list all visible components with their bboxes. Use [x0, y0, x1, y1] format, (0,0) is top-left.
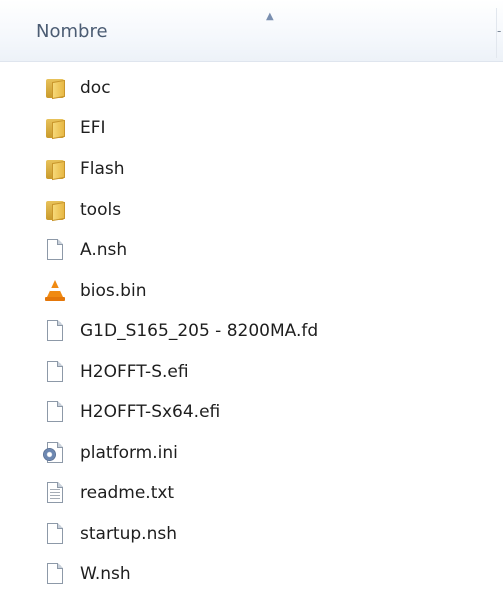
file-name: doc — [80, 78, 111, 98]
sort-ascending-icon: ▲ — [266, 11, 274, 22]
list-item[interactable]: bios.bin — [44, 276, 484, 306]
list-item[interactable]: startup.nsh — [44, 519, 484, 549]
settings-file-icon — [43, 441, 66, 465]
list-item[interactable]: G1D_S165_205 - 8200MA.fd — [44, 316, 484, 346]
vlc-cone-icon — [44, 279, 66, 303]
list-item[interactable]: platform.ini — [43, 438, 484, 468]
file-icon — [44, 319, 66, 343]
file-name: H2OFFT-S.efi — [80, 362, 189, 382]
file-name: platform.ini — [80, 443, 178, 463]
file-name: W.nsh — [80, 564, 131, 584]
file-name: A.nsh — [80, 240, 128, 260]
file-name: G1D_S165_205 - 8200MA.fd — [80, 321, 319, 341]
list-item[interactable]: doc — [44, 73, 484, 103]
folder-icon — [44, 157, 66, 181]
list-item[interactable]: H2OFFT-S.efi — [44, 357, 484, 387]
file-name: Flash — [80, 159, 125, 179]
column-header-label: Nombre — [36, 21, 108, 42]
list-item[interactable]: Flash — [44, 154, 484, 184]
list-item[interactable]: readme.txt — [44, 478, 484, 508]
column-divider-mark: - — [497, 24, 502, 38]
file-icon — [44, 400, 66, 424]
file-name: bios.bin — [80, 281, 147, 301]
column-header-bar: ▲ Nombre - — [0, 0, 503, 62]
list-item[interactable]: EFI — [44, 113, 484, 143]
folder-icon — [44, 198, 66, 222]
file-name: tools — [80, 200, 122, 220]
column-header-name[interactable]: ▲ Nombre — [0, 8, 497, 58]
file-icon — [44, 522, 66, 546]
text-file-icon — [44, 481, 66, 505]
file-name: startup.nsh — [80, 524, 177, 544]
file-icon — [44, 238, 66, 262]
list-item[interactable]: tools — [44, 195, 484, 225]
file-icon — [44, 360, 66, 384]
list-item[interactable]: H2OFFT-Sx64.efi — [44, 397, 484, 427]
folder-icon — [44, 76, 66, 100]
list-item[interactable]: A.nsh — [44, 235, 484, 265]
file-name: readme.txt — [80, 483, 175, 503]
file-name: EFI — [80, 118, 106, 138]
file-icon — [44, 562, 66, 586]
folder-icon — [44, 116, 66, 140]
file-name: H2OFFT-Sx64.efi — [80, 402, 221, 422]
list-item[interactable]: W.nsh — [44, 559, 484, 589]
